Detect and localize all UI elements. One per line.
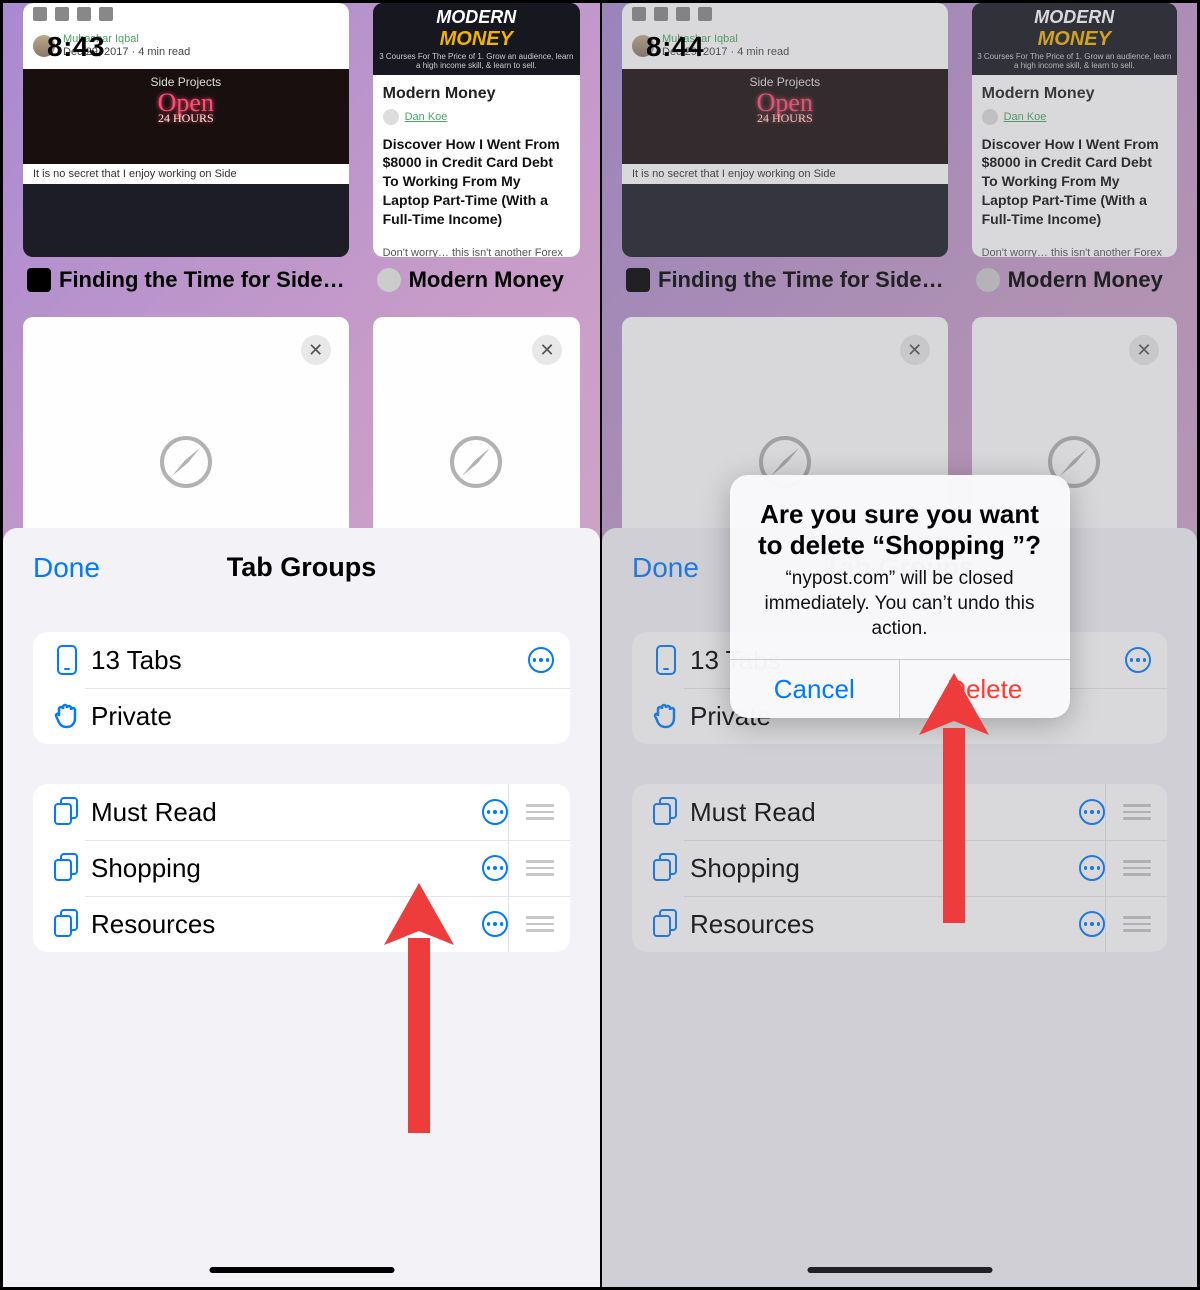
more-button[interactable] [482,911,508,937]
phone-icon [49,645,85,675]
tab-groups-list: Must Read Shopping Resources [33,784,570,952]
status-time: 8:43 [47,31,105,63]
alert-title: Are you sure you want to delete “Shoppin… [752,499,1048,561]
thumb-footer: It is no secret that I enjoy working on … [23,164,349,184]
tab-group-row[interactable]: Must Read [33,784,570,840]
medium-favicon-icon [27,268,51,292]
reorder-handle[interactable] [508,896,570,952]
thumb-headline: Discover How I Went From $8000 in Credit… [383,135,570,229]
base-list: 13 Tabs Private [33,632,570,744]
tab-group-label: Resources [85,909,482,940]
copy-icon [49,909,85,939]
tab-group-row[interactable]: Shopping [33,840,570,896]
tab-card[interactable]: MODERN MONEY 3 Courses For The Price of … [373,3,580,293]
screenshot-right: 8:44 Mubashar IqbalDec 29, 2017 · 4 min … [600,3,1197,1287]
thumb-hero-sub: 24 HOURS [23,114,349,124]
alert-message: “nypost.com” will be closed immediately.… [752,567,1048,641]
tab-thumbnail: MODERN MONEY 3 Courses For The Price of … [373,3,580,257]
screenshot-left: 8:43 Mubashar IqbalDec 29, 2017 · 4 min … [3,3,600,1287]
close-tab-button[interactable]: ✕ [301,335,331,365]
cancel-button[interactable]: Cancel [730,660,900,718]
more-button[interactable] [528,647,554,673]
thumb-hero-small: Side Projects [23,75,349,89]
tab-groups-sheet: Done Tab Groups 13 Tabs Private [3,528,600,1287]
tab-title: Finding the Time for Side… [59,267,345,293]
tabs-count-row[interactable]: 13 Tabs [33,632,570,688]
thumb-brand-2: MONEY [377,28,576,51]
sheet-title: Tab Groups [3,552,600,583]
comparison-frame: 8:43 Mubashar IqbalDec 29, 2017 · 4 min … [0,0,1200,1290]
reorder-handle[interactable] [508,840,570,896]
tab-group-label: Shopping [85,853,482,884]
tabs-count-label: 13 Tabs [85,645,528,676]
thumb-author: Dan Koe [405,111,448,123]
copy-icon [49,853,85,883]
delete-button[interactable]: Delete [899,660,1070,718]
private-label: Private [85,701,554,732]
delete-confirmation-alert: Are you sure you want to delete “Shoppin… [730,475,1070,718]
author-favicon-icon [377,268,401,292]
tab-title: Modern Money [409,267,564,293]
more-button[interactable] [482,799,508,825]
close-tab-button[interactable]: ✕ [532,335,562,365]
thumb-note: Don't worry… this isn't another Forex [383,247,570,257]
thumb-brand-1: MODERN [377,7,576,28]
tab-group-label: Must Read [85,797,482,828]
home-indicator[interactable] [209,1267,394,1273]
private-row[interactable]: Private [33,688,570,744]
tab-group-row[interactable]: Resources [33,896,570,952]
thumb-article-title: Modern Money [383,85,570,103]
reorder-handle[interactable] [508,784,570,840]
safari-compass-icon [450,436,502,488]
safari-compass-icon [160,436,212,488]
status-time: 8:44 [646,31,704,63]
more-button[interactable] [482,855,508,881]
thumb-brand-sub: 3 Courses For The Price of 1. Grow an au… [377,53,576,71]
copy-icon [49,797,85,827]
hand-icon [49,702,85,730]
